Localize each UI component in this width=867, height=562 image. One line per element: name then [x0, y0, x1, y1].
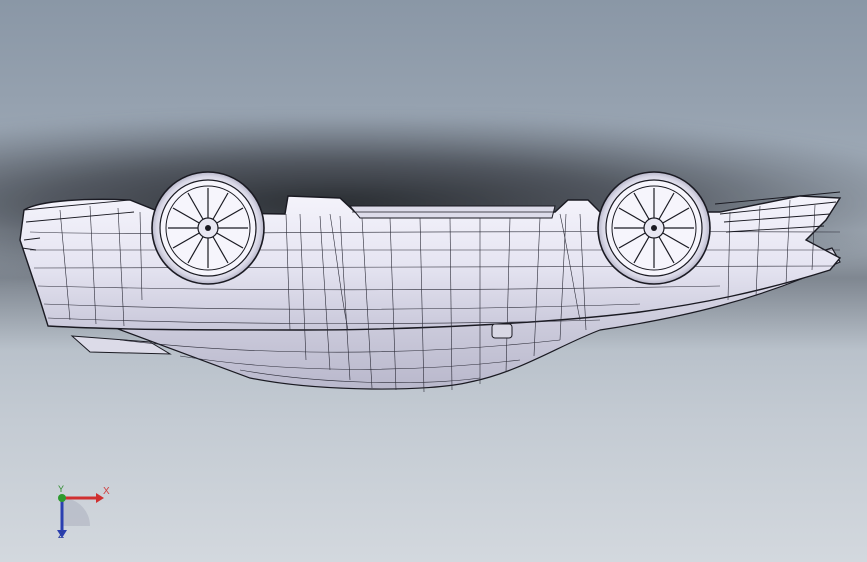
graphics-viewport[interactable]: X Y Z — [0, 0, 867, 562]
x-axis-label: X — [103, 486, 110, 497]
y-axis-label: Y — [58, 484, 65, 494]
exhaust-detail — [491, 323, 513, 339]
front-wheel — [151, 171, 265, 285]
rear-wheel — [597, 171, 711, 285]
z-axis-label: Z — [58, 530, 65, 541]
car-model[interactable] — [0, 0, 867, 562]
